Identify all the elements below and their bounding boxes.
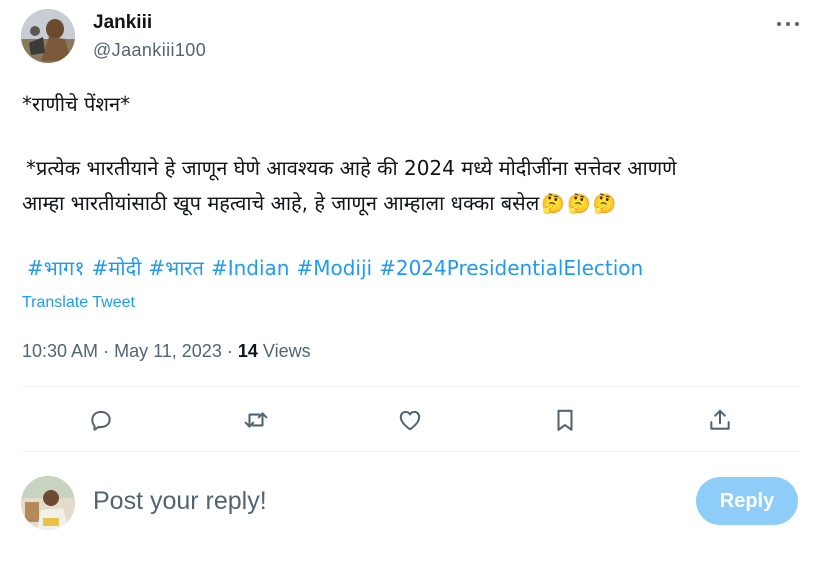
hashtag-link[interactable]: #भारत [148, 256, 204, 280]
tweet-text-line: आम्हा भारतीयांसाठी खूप महत्वाचे आहे, हे … [22, 186, 802, 222]
author-handle[interactable]: @Jaankiii100 [93, 40, 206, 61]
tweet-date[interactable]: May 11, 2023 [114, 341, 222, 361]
reply-input[interactable] [93, 483, 653, 519]
tweet-text-line: *प्रत्येक भारतीयाने हे जाणून घेणे आवश्यक… [26, 156, 677, 180]
tweet-action-bar [22, 392, 800, 446]
views-count: 14 [237, 341, 258, 361]
hashtag-link[interactable]: #Modiji [296, 256, 372, 280]
current-user-avatar[interactable] [21, 476, 75, 530]
more-dot [777, 22, 781, 26]
meta-separator: · [103, 341, 110, 361]
more-options-icon[interactable] [772, 12, 804, 34]
tweet-meta: 10:30 AM · May 11, 2023 · 14 Views [22, 341, 311, 362]
tweet-time[interactable]: 10:30 AM [22, 341, 98, 361]
divider [22, 451, 800, 452]
tweet-text-segment: आम्हा भारतीयांसाठी खूप महत्वाचे आहे, हे … [22, 191, 540, 215]
views-label: Views [262, 341, 311, 361]
like-icon[interactable] [390, 400, 430, 440]
thinking-face-emoji: 🤔 [541, 193, 565, 215]
hashtag-list: #भाग१ #मोदी #भारत #Indian #Modiji #2024Presid… [27, 254, 650, 281]
tweet-detail: Jankiii @Jaankiii100 *राणीचे पेंशन* *प्र… [0, 0, 817, 575]
hashtag-link[interactable]: #मोदी [92, 256, 142, 280]
reply-icon[interactable] [81, 400, 121, 440]
translate-tweet-link[interactable]: Translate Tweet [22, 294, 135, 312]
divider [22, 386, 800, 387]
bookmark-icon[interactable] [545, 400, 585, 440]
meta-separator: · [226, 341, 233, 361]
more-dot [795, 22, 799, 26]
hashtag-link[interactable]: #2024PresidentialElection [379, 256, 643, 280]
thinking-face-emoji: 🤔 [592, 193, 617, 215]
author-avatar[interactable] [21, 9, 75, 63]
more-dot [786, 22, 790, 26]
hashtag-link[interactable]: #भाग१ [27, 256, 85, 280]
author-display-name[interactable]: Jankiii [93, 12, 152, 34]
hashtag-link[interactable]: #Indian [211, 256, 290, 280]
reply-button[interactable]: Reply [696, 477, 798, 525]
thinking-face-emoji: 🤔 [566, 193, 591, 215]
tweet-text-line: *राणीचे पेंशन* [22, 92, 131, 116]
retweet-icon[interactable] [236, 400, 276, 440]
share-icon[interactable] [700, 400, 740, 440]
